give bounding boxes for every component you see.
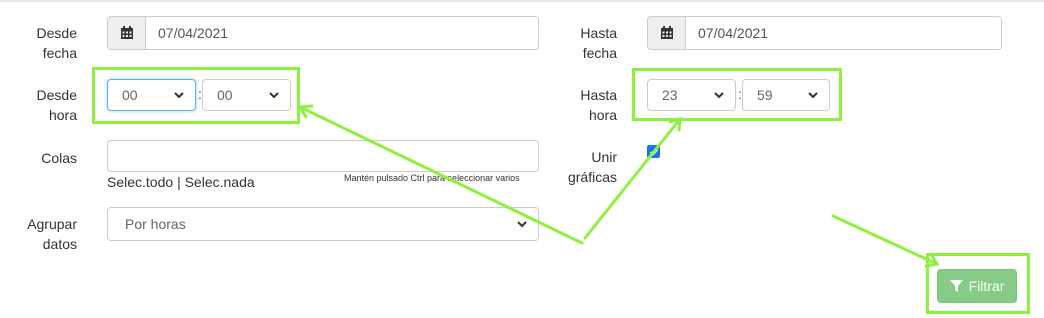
chevron-down-icon xyxy=(269,92,279,99)
filter-button[interactable]: Filtrar xyxy=(937,269,1017,303)
desde-fecha-field[interactable] xyxy=(107,16,539,50)
top-divider xyxy=(0,0,1044,2)
hasta-hora-minutes-select[interactable]: 59 xyxy=(742,79,830,111)
unir-graficas-label: Unir gráficas xyxy=(567,149,617,185)
hasta-hora-label: Hasta hora xyxy=(580,87,617,123)
desde-fecha-label: Desde fecha xyxy=(36,25,77,61)
chevron-down-icon xyxy=(808,92,818,99)
checkmark-icon xyxy=(649,148,658,156)
agrupar-datos-select[interactable]: Por horas xyxy=(107,207,539,241)
chevron-down-icon xyxy=(714,92,724,99)
agrupar-datos-label: Agrupar datos xyxy=(27,216,77,252)
colas-hint: Mantén pulsado Ctrl para seleccionar var… xyxy=(344,173,520,183)
hasta-fecha-field[interactable] xyxy=(647,16,1002,50)
chevron-down-icon xyxy=(517,221,527,228)
select-none-link[interactable]: Selec.nada xyxy=(185,174,255,190)
desde-hora-label: Desde hora xyxy=(36,87,77,123)
colas-label: Colas xyxy=(41,150,77,166)
colas-select-links: Selec.todo | Selec.nada xyxy=(107,174,255,190)
hasta-fecha-label: Hasta fecha xyxy=(580,25,617,61)
calendar-icon[interactable] xyxy=(648,17,686,49)
chevron-down-icon xyxy=(174,92,184,99)
filter-button-label: Filtrar xyxy=(968,278,1005,294)
desde-fecha-input[interactable] xyxy=(146,17,538,49)
hasta-hora-hours-select[interactable]: 23 xyxy=(647,79,736,111)
calendar-icon[interactable] xyxy=(108,17,146,49)
select-all-link[interactable]: Selec.todo xyxy=(107,174,173,190)
hasta-fecha-input[interactable] xyxy=(686,17,1001,49)
colas-select[interactable] xyxy=(107,140,539,172)
desde-hora-minutes-select[interactable]: 00 xyxy=(202,79,291,111)
desde-hora-hours-select[interactable]: 00 xyxy=(107,79,196,111)
link-divider: | xyxy=(177,174,181,190)
unir-graficas-checkbox[interactable] xyxy=(647,145,660,158)
filter-icon xyxy=(949,279,963,292)
